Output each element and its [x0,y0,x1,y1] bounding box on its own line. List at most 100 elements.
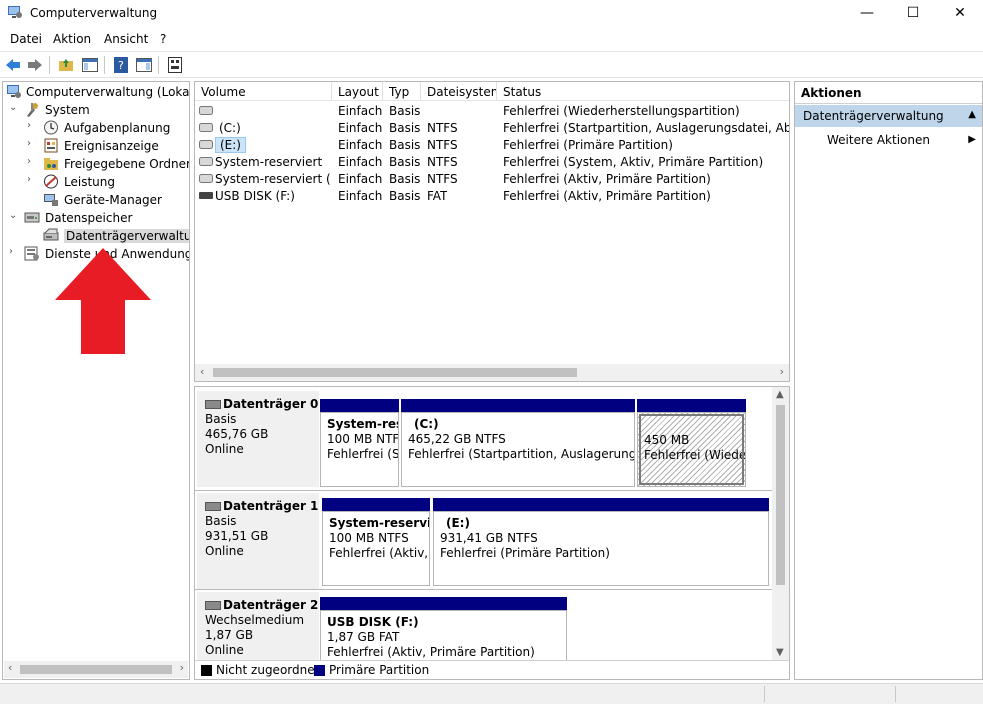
scroll-left-icon[interactable]: ‹ [8,661,12,674]
volume-list-horizontal-scrollbar[interactable]: ‹ › [195,364,789,381]
show-hide-tree-icon[interactable] [80,55,100,75]
table-row[interactable]: (C:) Einfach Basis NTFS Fehlerfrei (Star… [195,119,789,136]
chevron-right-icon[interactable]: › [27,156,37,167]
table-row[interactable]: System-reserviert (D:) Einfach Basis NTF… [195,170,789,187]
tree-item-performance[interactable]: › Leistung [3,173,189,191]
scrollbar-thumb[interactable] [20,665,172,674]
partition-body: 450 MB Fehlerfrei (Wiederl [637,412,746,487]
event-viewer-icon [44,138,58,153]
toolbar: ? [0,51,983,78]
scroll-right-icon[interactable]: › [780,365,784,378]
column-header-status[interactable]: Status [497,82,789,101]
type-cell: Basis [389,138,421,152]
actions-section-disk-management[interactable]: Datenträgerverwaltung ▲ [795,105,982,127]
volume-list: Volume Layout Typ Dateisystem Status Ein… [194,81,790,382]
disk-2-info[interactable]: Datenträger 2 Wechselmedium 1,87 GB Onli… [197,592,319,662]
services-icon [24,246,39,261]
scroll-down-icon[interactable]: ▼ [776,647,784,658]
up-folder-icon[interactable] [56,55,76,75]
table-row[interactable]: Einfach Basis Fehlerfrei (Wiederherstell… [195,102,789,119]
type-cell: Basis [389,155,421,169]
tree-item-computer-management[interactable]: Computerverwaltung (Lokal) [3,83,189,101]
volume-drive-icon [199,106,213,115]
layout-cell: Einfach [338,189,383,203]
partition-size: 1,87 GB FAT [327,630,400,644]
disk-name: Datenträger 0 [205,397,319,412]
layout-cell: Einfach [338,104,383,118]
disk-state: Online [205,442,244,456]
minimize-button[interactable]: — [844,0,890,26]
column-header-filesystem[interactable]: Dateisystem [421,82,497,101]
partition-e[interactable]: (E:) 931,41 GB NTFS Fehlerfrei (Primäre … [433,498,769,586]
chevron-right-icon[interactable]: › [27,138,37,149]
column-header-volume[interactable]: Volume [195,82,332,101]
status-divider [764,686,765,702]
chevron-right-icon[interactable]: › [27,120,37,131]
menu-aktion[interactable]: Aktion [53,32,91,46]
partition-recovery[interactable]: 450 MB Fehlerfrei (Wiederl [637,399,746,487]
more-actions-item[interactable]: Weitere Aktionen [827,133,930,147]
scroll-left-icon[interactable]: ‹ [200,365,204,378]
partition-c[interactable]: (C:) 465,22 GB NTFS Fehlerfrei (Startpar… [401,399,635,487]
collapse-up-icon[interactable]: ▲ [968,109,976,120]
layout-cell: Einfach [338,155,383,169]
tree-item-shared-folders[interactable]: › Freigegebene Ordner [3,155,189,173]
layout-cell: Einfach [338,121,383,135]
chevron-down-icon[interactable]: ⌄ [9,102,19,113]
partition-usb-f[interactable]: USB DISK (F:) 1,87 GB FAT Fehlerfrei (Ak… [320,597,567,660]
show-hide-action-pane-icon[interactable] [134,55,154,75]
tree-item-task-scheduler[interactable]: › Aufgabenplanung [3,119,189,137]
tree-item-event-viewer[interactable]: › Ereignisanzeige [3,137,189,155]
shared-folder-icon [44,158,58,170]
partition-status: Fehlerfrei (Primäre Partition) [440,546,610,560]
maximize-button[interactable]: ☐ [890,0,936,26]
scrollbar-thumb[interactable] [213,368,577,377]
svg-text:?: ? [118,59,124,72]
legend-label-primary: Primäre Partition [329,663,430,677]
scroll-up-icon[interactable]: ▲ [776,389,784,400]
partition-bar [322,498,430,511]
partition-body: (C:) 465,22 GB NTFS Fehlerfrei (Startpar… [401,412,635,487]
back-arrow-icon[interactable] [3,55,23,75]
table-row[interactable]: (E:) Einfach Basis NTFS Fehlerfrei (Prim… [195,136,789,153]
forward-arrow-icon[interactable] [25,55,45,75]
tree-item-label: Geräte-Manager [64,193,162,207]
chevron-right-icon[interactable]: › [9,246,19,257]
disk-type: Wechselmedium [205,613,305,627]
disk-size: 465,76 GB [205,427,269,441]
disk-1-info[interactable]: Datenträger 1 Basis 931,51 GB Online [197,493,319,589]
disk-state: Online [205,643,244,657]
menu-datei[interactable]: Datei [10,32,42,46]
tree-item-disk-management[interactable]: Datenträgerverwaltung [3,227,189,245]
help-icon[interactable]: ? [111,55,131,75]
partition-status: Fehlerfrei (Aktiv, Primäre Partition) [327,645,535,659]
tree-item-system[interactable]: ⌄ System [3,101,189,119]
column-header-type[interactable]: Typ [383,82,421,101]
storage-icon [24,212,40,223]
tree-item-storage[interactable]: ⌄ Datenspeicher [3,209,189,227]
tree-horizontal-scrollbar[interactable]: ‹ › [4,661,188,678]
properties-icon[interactable] [165,55,185,75]
chevron-down-icon[interactable]: ⌄ [9,210,19,221]
table-row[interactable]: System-reserviert Einfach Basis NTFS Feh… [195,153,789,170]
partition-bar [433,498,769,511]
partition-bar [320,597,567,610]
legend-label-unallocated: Nicht zugeordnet [216,663,320,677]
column-header-layout[interactable]: Layout [332,82,383,101]
chevron-right-icon[interactable]: › [27,174,37,185]
disk-0-info[interactable]: Datenträger 0 Basis 465,76 GB Online [197,391,319,487]
tree-item-device-manager[interactable]: Geräte-Manager [3,191,189,209]
scrollbar-thumb[interactable] [776,405,785,585]
tree-item-label: Ereignisanzeige [64,139,159,153]
close-button[interactable]: ✕ [937,0,983,26]
partition-system-reserved[interactable]: System-rese 100 MB NTFS Fehlerfrei (Sy [320,399,399,487]
filesystem-cell: FAT [427,189,448,203]
table-row[interactable]: USB DISK (F:) Einfach Basis FAT Fehlerfr… [195,187,789,204]
submenu-arrow-icon: ▶ [968,134,976,145]
menu-ansicht[interactable]: Ansicht [104,32,148,46]
disk-map-vertical-scrollbar[interactable]: ▲ ▼ [772,387,789,660]
scroll-right-icon[interactable]: › [180,661,184,674]
partition-system-reserved-d[interactable]: System-reservier 100 MB NTFS Fehlerfrei … [322,498,430,586]
menu-help[interactable]: ? [160,32,166,46]
volume-list-header: Volume Layout Typ Dateisystem Status [195,82,789,101]
